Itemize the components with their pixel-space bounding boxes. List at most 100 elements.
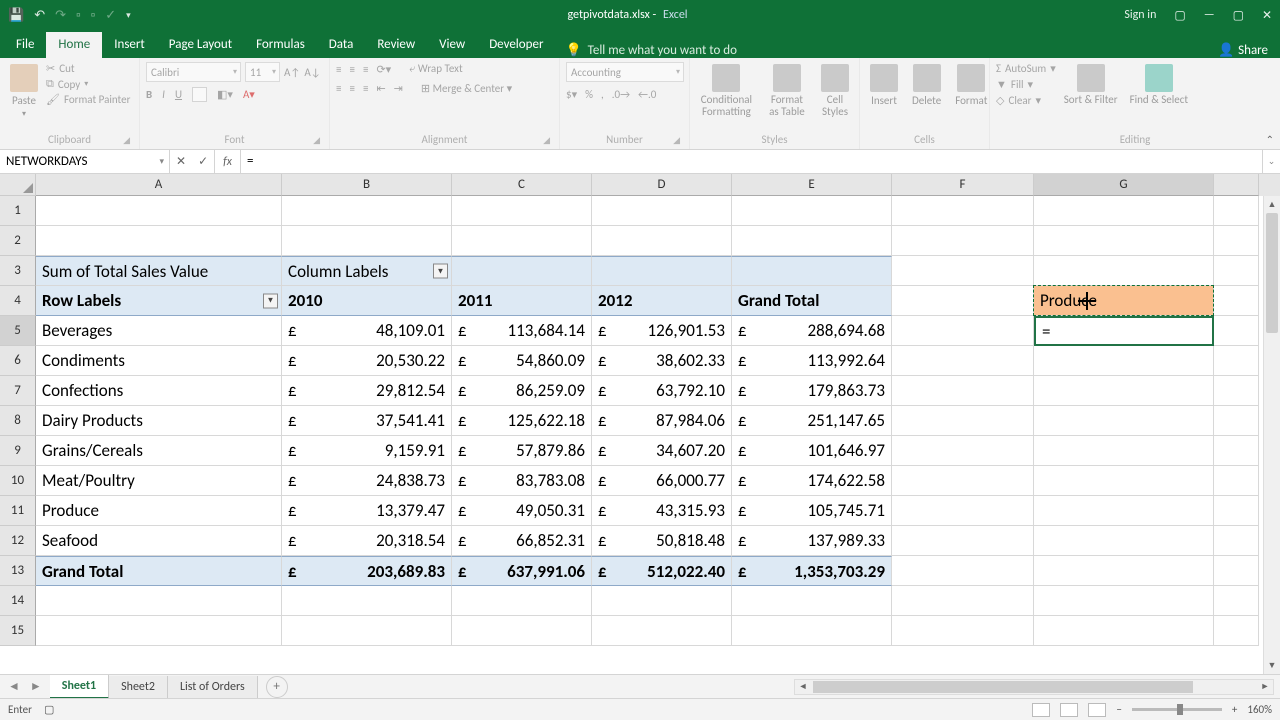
close-icon[interactable]: ✕: [1262, 8, 1272, 23]
row-header[interactable]: 11: [0, 496, 36, 526]
row-header[interactable]: 1: [0, 196, 36, 226]
launcher-icon[interactable]: ◢: [673, 135, 680, 146]
copy-button[interactable]: ⧉ Copy ▾: [46, 77, 130, 91]
col-header-c[interactable]: C: [452, 174, 592, 196]
cell[interactable]: [732, 616, 892, 646]
cell[interactable]: £125,622.18: [452, 406, 592, 436]
format-painter-button[interactable]: 🖌 Format Painter: [46, 93, 130, 106]
sheet-nav-next-icon[interactable]: ►: [30, 679, 42, 694]
cell[interactable]: Row Labels▼: [36, 286, 282, 316]
cell[interactable]: [892, 526, 1034, 556]
tab-home[interactable]: Home: [46, 32, 102, 58]
cell[interactable]: [592, 226, 732, 256]
align-bottom-icon[interactable]: ≡: [363, 63, 368, 76]
cell[interactable]: [36, 586, 282, 616]
collapse-ribbon-icon[interactable]: ⌃: [1266, 133, 1274, 146]
border-button[interactable]: [192, 87, 207, 102]
launcher-icon[interactable]: ◢: [123, 135, 130, 146]
tab-data[interactable]: Data: [317, 32, 366, 58]
cell[interactable]: £86,259.09: [452, 376, 592, 406]
cell[interactable]: Dairy Products: [36, 406, 282, 436]
page-break-view-icon[interactable]: [1088, 703, 1106, 717]
share-button[interactable]: 👤Share: [1218, 43, 1280, 58]
cell[interactable]: £113,684.14: [452, 316, 592, 346]
format-cells-button[interactable]: Format: [951, 62, 991, 109]
shrink-font-icon[interactable]: A↓: [304, 66, 320, 79]
sheet-tab-sheet1[interactable]: Sheet1: [50, 675, 109, 699]
cell[interactable]: £20,318.54: [282, 526, 452, 556]
worksheet-grid[interactable]: A B C D E F G 123Sum of Total Sales Valu…: [0, 174, 1280, 674]
cell[interactable]: £251,147.65: [732, 406, 892, 436]
ribbon-options-icon[interactable]: ▢: [1174, 8, 1185, 23]
cell[interactable]: [892, 436, 1034, 466]
col-header-b[interactable]: B: [282, 174, 452, 196]
tab-review[interactable]: Review: [365, 32, 427, 58]
cell[interactable]: [732, 196, 892, 226]
sheet-nav-prev-icon[interactable]: ◄: [8, 679, 20, 694]
cell[interactable]: £37,541.41: [282, 406, 452, 436]
cell[interactable]: 2011: [452, 286, 592, 316]
insert-cells-button[interactable]: Insert: [866, 62, 902, 109]
cell[interactable]: [36, 196, 282, 226]
save-icon[interactable]: 💾: [8, 8, 24, 23]
underline-button[interactable]: U: [175, 88, 182, 101]
cell[interactable]: Grand Total: [732, 286, 892, 316]
cell[interactable]: [1214, 496, 1259, 526]
align-left-icon[interactable]: ≡: [336, 82, 341, 95]
font-name-select[interactable]: Calibri: [146, 62, 241, 82]
row-header[interactable]: 8: [0, 406, 36, 436]
zoom-slider[interactable]: [1132, 708, 1222, 711]
cell[interactable]: £29,812.54: [282, 376, 452, 406]
cell[interactable]: [1214, 196, 1259, 226]
cell[interactable]: £34,607.20: [592, 436, 732, 466]
horizontal-scrollbar[interactable]: ◄►: [794, 679, 1274, 695]
row-header[interactable]: 9: [0, 436, 36, 466]
cell[interactable]: [1034, 586, 1214, 616]
cell[interactable]: [732, 256, 892, 286]
cell[interactable]: £179,863.73: [732, 376, 892, 406]
col-header-a[interactable]: A: [36, 174, 282, 196]
orientation-icon[interactable]: ⟳▾: [376, 63, 391, 76]
cell[interactable]: [1034, 556, 1214, 586]
cell[interactable]: [892, 556, 1034, 586]
cell[interactable]: £63,792.10: [592, 376, 732, 406]
cell[interactable]: [452, 616, 592, 646]
cell[interactable]: £83,783.08: [452, 466, 592, 496]
cell[interactable]: [892, 496, 1034, 526]
zoom-in-icon[interactable]: +: [1232, 703, 1237, 716]
indent-inc-icon[interactable]: ⇥: [394, 82, 403, 95]
cell[interactable]: [1034, 226, 1214, 256]
cell[interactable]: Beverages: [36, 316, 282, 346]
new-sheet-button[interactable]: +: [266, 676, 288, 698]
qat-icon[interactable]: ✓: [105, 8, 116, 23]
cell[interactable]: £105,745.71: [732, 496, 892, 526]
zoom-out-icon[interactable]: −: [1116, 703, 1121, 716]
autosum-button[interactable]: Σ AutoSum ▾: [996, 62, 1056, 75]
cell[interactable]: [282, 226, 452, 256]
inc-decimal-icon[interactable]: .0→: [612, 88, 630, 101]
fill-button[interactable]: ▼ Fill ▾: [996, 78, 1056, 91]
clear-button[interactable]: ◇ Clear ▾: [996, 94, 1056, 107]
cell[interactable]: [36, 226, 282, 256]
cell[interactable]: [1034, 196, 1214, 226]
cell[interactable]: Seafood: [36, 526, 282, 556]
cell[interactable]: £38,602.33: [592, 346, 732, 376]
name-box[interactable]: NETWORKDAYS: [0, 150, 170, 173]
cell[interactable]: Produce: [36, 496, 282, 526]
cell[interactable]: £288,694.68: [732, 316, 892, 346]
cell[interactable]: [1214, 616, 1259, 646]
row-header[interactable]: 14: [0, 586, 36, 616]
vertical-scrollbar[interactable]: ▲▼: [1263, 196, 1280, 674]
cell[interactable]: [892, 316, 1034, 346]
undo-icon[interactable]: ↶: [34, 8, 45, 23]
row-header[interactable]: 10: [0, 466, 36, 496]
cell[interactable]: [452, 196, 592, 226]
cell[interactable]: Sum of Total Sales Value: [36, 256, 282, 286]
cell[interactable]: [1034, 256, 1214, 286]
col-header-e[interactable]: E: [732, 174, 892, 196]
cell[interactable]: Grains/Cereals: [36, 436, 282, 466]
cell[interactable]: [452, 586, 592, 616]
comma-icon[interactable]: ,: [601, 88, 604, 101]
accounting-format-icon[interactable]: $▾: [566, 88, 577, 101]
cell-styles-button[interactable]: Cell Styles: [817, 62, 853, 120]
